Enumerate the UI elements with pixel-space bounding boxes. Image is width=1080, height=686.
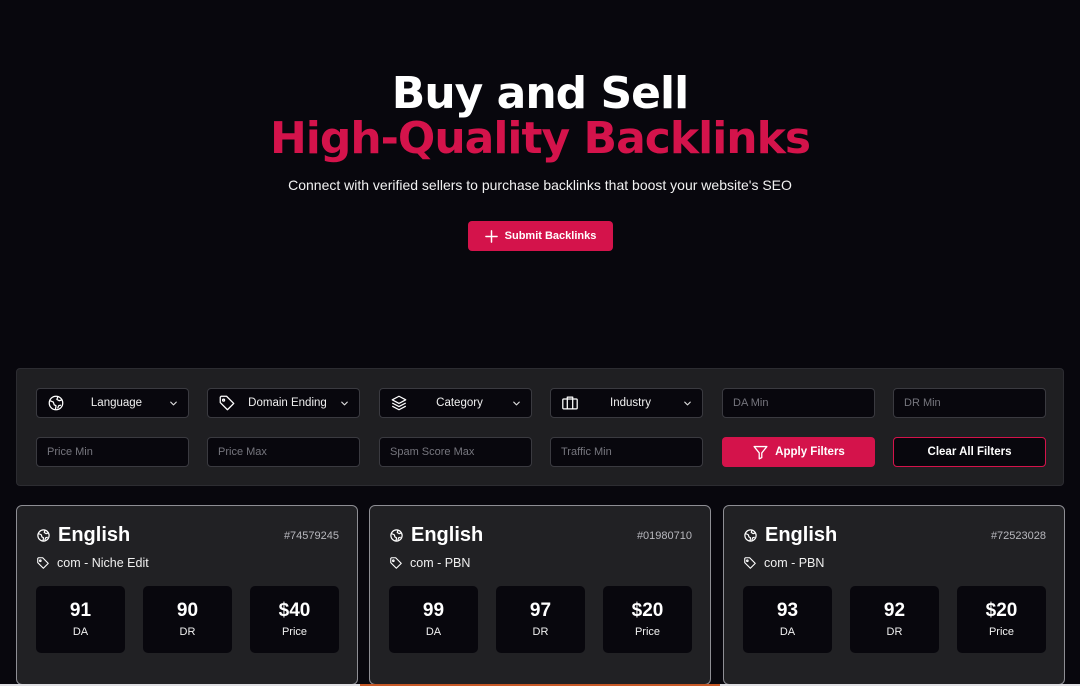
price-label: Price [281,626,308,638]
dr-label: DR [179,626,196,638]
dr-stat: 90 DR [143,586,232,653]
language-select-label: Language [90,397,143,409]
spam-score-max-input[interactable] [379,437,532,467]
filter-panel: Language Domain Ending Category Industry… [16,368,1064,486]
listing-tag-text: com - Niche Edit [57,556,149,570]
dr-value: 97 [529,600,552,621]
domain-ending-select[interactable]: Domain Ending [207,388,360,418]
industry-select[interactable]: Industry [550,388,703,418]
price-value: $40 [278,600,311,621]
price-max-input[interactable] [207,437,360,467]
hero-title-line1: Buy and Sell [391,68,689,119]
listing-tag: com - Niche Edit [36,556,149,570]
globe-icon [390,529,403,542]
plus-icon [484,229,498,243]
tag-icon [744,557,756,569]
apply-filters-label: Apply Filters [775,446,845,458]
da-stat: 93 DA [743,586,832,653]
price-value: $20 [985,600,1018,621]
listing-card[interactable]: English #72523028 com - PBN 93 DA 92 DR … [723,505,1065,685]
category-select-label: Category [436,397,483,409]
submit-backlinks-label: Submit Backlinks [504,230,597,242]
listing-id: #74579245 [283,530,339,542]
listing-language: English [389,524,483,547]
listing-card[interactable]: English #01980710 com - PBN 99 DA 97 DR … [369,505,711,685]
da-value: 91 [69,600,92,621]
chevron-down-icon [341,401,348,405]
listing-id: #01980710 [636,530,692,542]
clear-all-filters-button[interactable]: Clear All Filters [893,437,1046,467]
layers-icon [391,395,407,411]
listing-tag-text: com - PBN [410,556,471,570]
tag-icon [390,557,402,569]
da-value: 93 [776,600,799,621]
traffic-min-input[interactable] [550,437,703,467]
listing-language: English [36,524,130,547]
da-stat: 99 DA [389,586,478,653]
price-label: Price [634,626,661,638]
listing-tag: com - PBN [743,556,824,570]
listing-tag: com - PBN [389,556,470,570]
dr-stat: 92 DR [850,586,939,653]
da-label: DA [72,626,89,638]
price-min-input[interactable] [36,437,189,467]
domain-ending-select-label: Domain Ending [248,397,327,409]
dr-stat: 97 DR [496,586,585,653]
category-select[interactable]: Category [379,388,532,418]
listing-language: English [743,524,837,547]
filter-icon [753,445,768,460]
da-value: 99 [422,600,445,621]
listing-id: #72523028 [990,530,1046,542]
globe-icon [37,529,50,542]
price-stat: $40 Price [250,586,339,653]
globe-icon [744,529,757,542]
price-label: Price [988,626,1015,638]
tag-icon [219,395,235,411]
da-label: DA [425,626,442,638]
price-value: $20 [631,600,664,621]
submit-backlinks-button[interactable]: Submit Backlinks [468,221,613,251]
da-stat: 91 DA [36,586,125,653]
chevron-down-icon [513,401,520,405]
tag-icon [37,557,49,569]
da-min-input[interactable] [722,388,875,418]
briefcase-icon [562,396,578,410]
listing-language-text: English [58,524,131,546]
apply-filters-button[interactable]: Apply Filters [722,437,875,467]
industry-select-label: Industry [610,397,651,409]
price-stat: $20 Price [957,586,1046,653]
chevron-down-icon [684,401,691,405]
da-label: DA [779,626,796,638]
language-select[interactable]: Language [36,388,189,418]
listing-language-text: English [765,524,838,546]
price-stat: $20 Price [603,586,692,653]
hero-title-line2: High-Quality Backlinks [269,113,811,164]
listing-language-text: English [411,524,484,546]
dr-min-input[interactable] [893,388,1046,418]
listing-card[interactable]: English #74579245 com - Niche Edit 91 DA… [16,505,358,685]
dr-value: 90 [176,600,199,621]
chevron-down-icon [170,401,177,405]
dr-value: 92 [883,600,906,621]
listing-tag-text: com - PBN [764,556,825,570]
globe-icon [48,395,64,411]
dr-label: DR [532,626,549,638]
hero-subtitle: Connect with verified sellers to purchas… [288,177,792,193]
dr-label: DR [886,626,903,638]
